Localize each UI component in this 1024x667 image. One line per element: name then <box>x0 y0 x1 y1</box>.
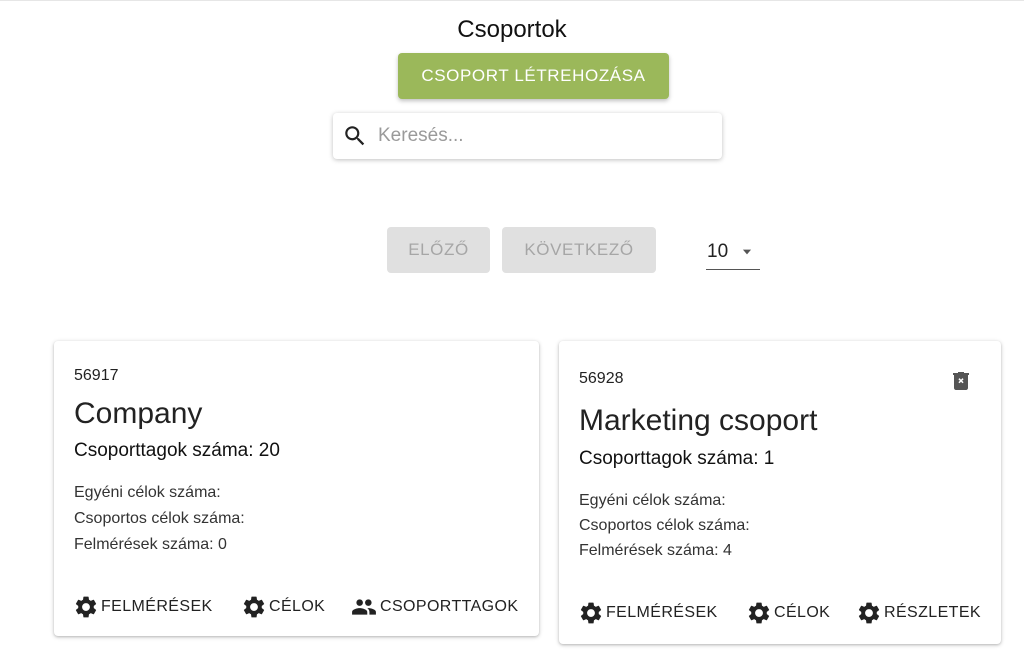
action-label: RÉSZLETEK <box>884 604 981 621</box>
gear-icon <box>578 600 604 626</box>
surveys-count: Felmérések száma: 0 <box>74 536 227 553</box>
previous-page-button[interactable]: ELŐZŐ <box>387 227 490 273</box>
page-title: Csoportok <box>457 16 567 43</box>
group-id: 56917 <box>74 367 119 384</box>
group-name: Company <box>74 397 203 430</box>
group-goals-count: Csoportos célok száma: <box>74 510 245 527</box>
action-label: CSOPORTTAGOK <box>380 598 519 615</box>
group-id: 56928 <box>579 370 624 387</box>
delete-icon[interactable] <box>949 369 973 393</box>
action-label: FELMÉRÉSEK <box>101 598 213 615</box>
goals-action-button[interactable]: CÉLOK <box>241 594 325 620</box>
member-count: Csoporttagok száma: 20 <box>74 440 280 461</box>
surveys-action-button[interactable]: FELMÉRÉSEK <box>73 594 213 620</box>
gear-icon <box>856 600 882 626</box>
action-label: FELMÉRÉSEK <box>606 604 718 621</box>
create-group-button[interactable]: CSOPORT LÉTREHOZÁSA <box>398 53 669 99</box>
goals-action-button[interactable]: CÉLOK <box>746 600 830 626</box>
member-count: Csoporttagok száma: 1 <box>579 448 775 469</box>
search-input[interactable] <box>378 125 698 147</box>
action-label: CÉLOK <box>269 598 326 615</box>
search-box[interactable] <box>333 113 722 159</box>
details-action-button[interactable]: RÉSZLETEK <box>856 600 981 626</box>
individual-goals-count: Egyéni célok száma: <box>74 484 221 501</box>
dropdown-arrow-icon <box>742 249 752 255</box>
members-action-button[interactable]: CSOPORTTAGOK <box>350 594 518 620</box>
surveys-count: Felmérések száma: 4 <box>579 542 732 559</box>
gear-icon <box>241 594 267 620</box>
next-page-button[interactable]: KÖVETKEZŐ <box>502 227 656 273</box>
group-card: 56928 Marketing csoport Csoporttagok szá… <box>559 341 1001 644</box>
action-label: CÉLOK <box>774 604 831 621</box>
surveys-action-button[interactable]: FELMÉRÉSEK <box>578 600 718 626</box>
group-name: Marketing csoport <box>579 404 818 437</box>
gear-icon <box>73 594 99 620</box>
page-size-value: 10 <box>707 241 729 262</box>
top-divider <box>0 0 1024 1</box>
page-size-select[interactable]: 10 <box>706 235 760 270</box>
search-icon <box>345 126 365 146</box>
gear-icon <box>746 600 772 626</box>
group-goals-count: Csoportos célok száma: <box>579 517 750 534</box>
people-icon <box>350 594 378 620</box>
individual-goals-count: Egyéni célok száma: <box>579 492 726 509</box>
group-card: 56917 Company Csoporttagok száma: 20 Egy… <box>54 341 539 636</box>
